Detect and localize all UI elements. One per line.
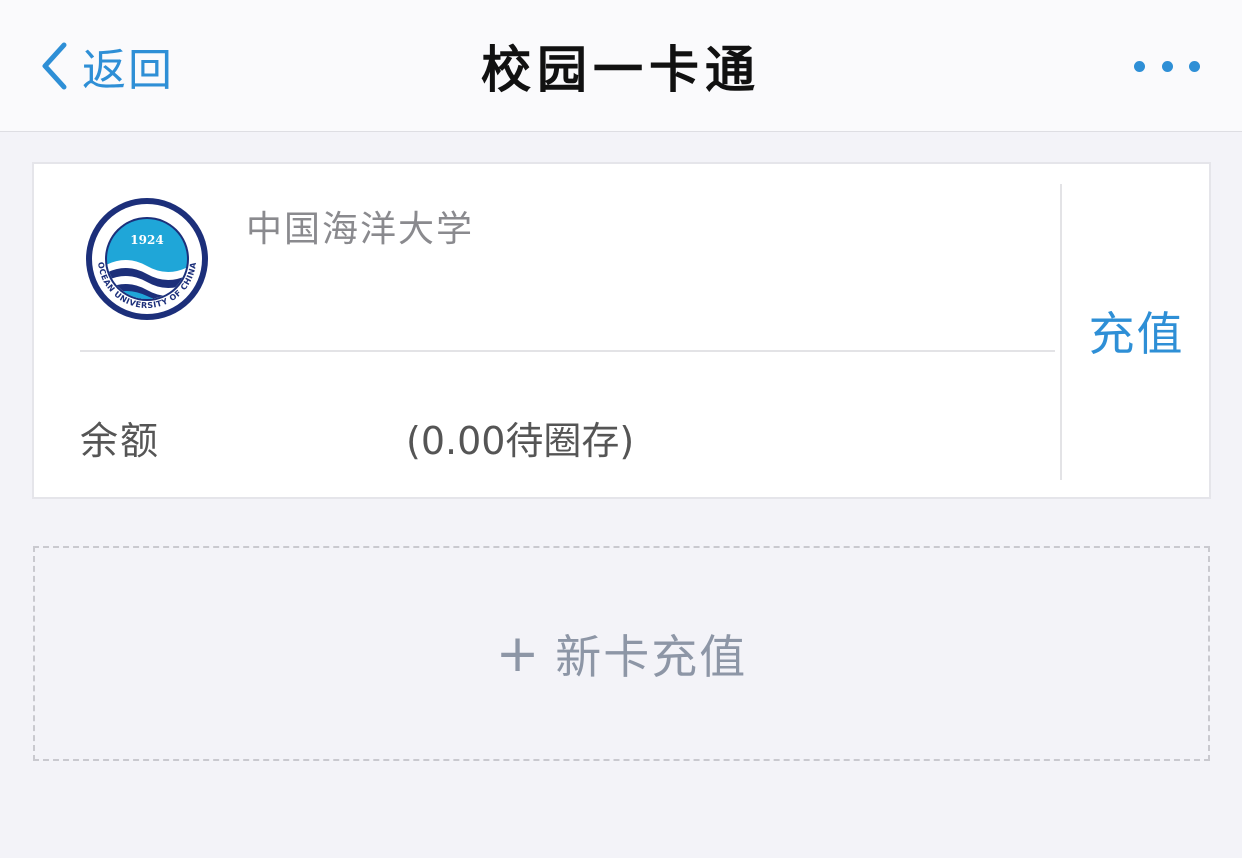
balance-label: 余额	[80, 419, 161, 463]
more-dots-icon[interactable]	[1134, 52, 1200, 80]
recharge-button[interactable]: 充值	[1062, 164, 1211, 497]
page-title: 校园一卡通	[481, 41, 761, 99]
school-name: 中国海洋大学	[246, 209, 475, 250]
card-divider	[80, 350, 1055, 352]
plus-icon: +	[495, 623, 540, 684]
more-dot	[1189, 60, 1200, 72]
new-card-label: 新卡充值	[555, 629, 748, 684]
balance-value: (0.00待圈存)	[406, 419, 635, 463]
campus-card[interactable]: 1924 OCEAN UNIVERSITY OF CHINA 中国海洋大学 中国…	[32, 162, 1211, 499]
new-card-recharge-button[interactable]: + 新卡充值	[33, 546, 1210, 761]
more-dot	[1134, 60, 1145, 72]
nav-bar: 返回 校园一卡通	[0, 0, 1242, 132]
university-seal-icon: 1924 OCEAN UNIVERSITY OF CHINA 中国海洋大学	[86, 198, 208, 320]
logo-year: 1924	[130, 233, 163, 247]
more-dot	[1161, 60, 1173, 72]
